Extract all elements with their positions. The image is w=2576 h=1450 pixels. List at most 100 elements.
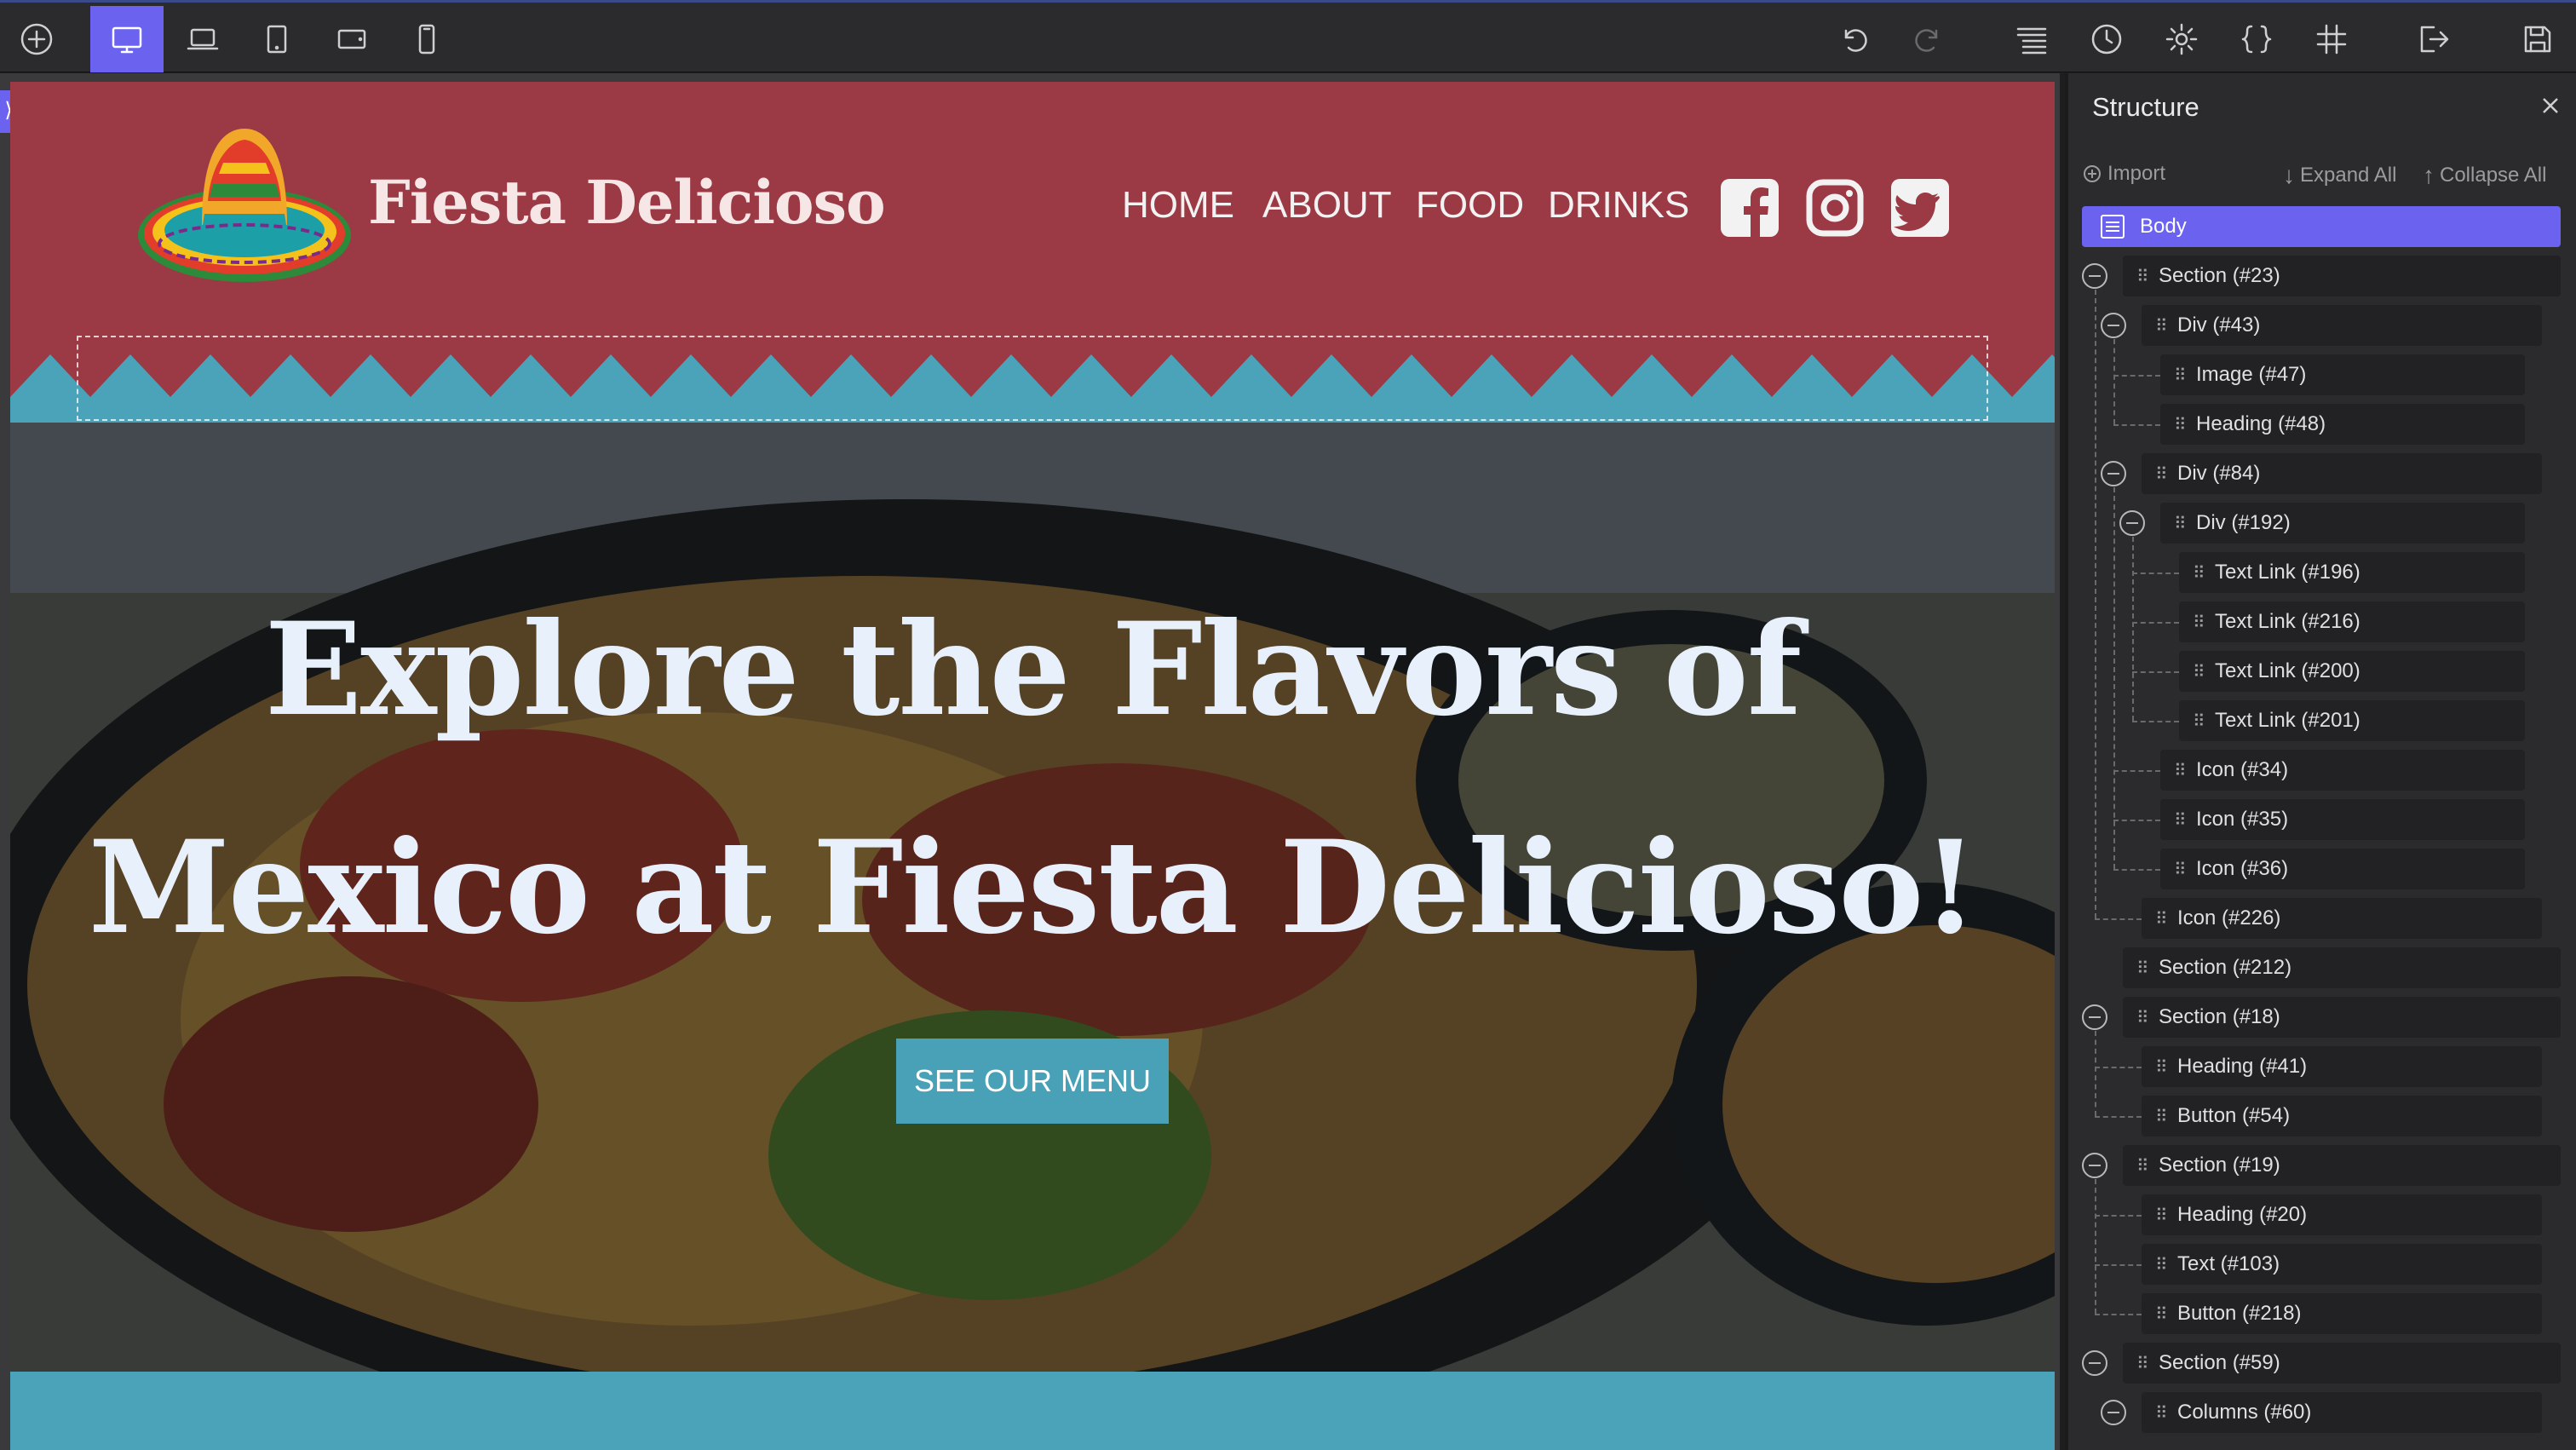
structure-item[interactable]: ⠿ Text (#103) <box>2142 1244 2542 1285</box>
collapse-toggle-icon[interactable] <box>2101 313 2126 338</box>
structure-item[interactable]: ⠿ Icon (#36) <box>2160 849 2525 889</box>
add-element-button[interactable] <box>0 6 73 72</box>
drag-handle-icon[interactable]: ⠿ <box>2193 612 2215 633</box>
import-button[interactable]: Import <box>2082 162 2165 186</box>
structure-item[interactable]: ⠿ Columns (#60) <box>2142 1392 2542 1433</box>
collapse-toggle-icon[interactable] <box>2082 263 2107 289</box>
structure-item[interactable]: ⠿ Text Link (#196) <box>2179 552 2525 593</box>
mobile-view-button[interactable] <box>390 6 463 72</box>
drag-handle-icon[interactable]: ⠿ <box>2174 414 2196 435</box>
collapse-toggle-icon[interactable] <box>2082 1004 2107 1030</box>
hero-heading-line-1[interactable]: Explore the Flavors of <box>10 593 2055 746</box>
structure-item[interactable]: ⠿ Text Link (#201) <box>2179 700 2525 741</box>
structure-item-label: Section (#23) <box>2159 264 2280 287</box>
tablet-landscape-view-button[interactable] <box>315 6 388 72</box>
drag-handle-icon[interactable]: ⠿ <box>2155 1205 2177 1226</box>
drag-handle-icon[interactable]: ⠿ <box>2193 562 2215 584</box>
structure-item-label: Text Link (#201) <box>2215 709 2360 732</box>
structure-item-label: Section (#18) <box>2159 1005 2280 1028</box>
see-menu-button[interactable]: SEE OUR MENU <box>896 1039 1169 1124</box>
tablet-portrait-view-button[interactable] <box>240 6 313 72</box>
structure-item[interactable]: ⠿ Icon (#34) <box>2160 750 2525 791</box>
expand-all-button[interactable]: ↓ Expand All <box>2283 162 2396 189</box>
structure-item[interactable]: ⠿ Heading (#41) <box>2142 1046 2542 1087</box>
redo-button[interactable] <box>1893 6 1966 72</box>
exit-button[interactable] <box>2397 6 2470 72</box>
drag-handle-icon[interactable]: ⠿ <box>2155 463 2177 485</box>
history-icon <box>2091 24 2122 55</box>
drag-handle-icon[interactable]: ⠿ <box>2193 711 2215 732</box>
structure-item[interactable]: ⠿ Text Link (#216) <box>2179 601 2525 642</box>
structure-item[interactable]: ⠿ Button (#54) <box>2142 1096 2542 1136</box>
structure-item[interactable]: ⠿ Section (#18) <box>2123 997 2561 1038</box>
tree-guide-line <box>2113 424 2160 426</box>
drag-handle-icon[interactable]: ⠿ <box>2136 1353 2159 1374</box>
structure-item-label: Text Link (#200) <box>2215 659 2360 682</box>
collapse-toggle-icon[interactable] <box>2119 510 2145 536</box>
collapse-toggle-icon[interactable] <box>2082 1153 2107 1178</box>
nav-link-food[interactable]: FOOD <box>1416 184 1524 227</box>
save-button[interactable] <box>2501 6 2574 72</box>
undo-button[interactable] <box>1816 6 1889 72</box>
drag-handle-icon[interactable]: ⠿ <box>2136 1155 2159 1177</box>
structure-item[interactable]: ⠿ Section (#59) <box>2123 1343 2561 1384</box>
drag-handle-icon[interactable]: ⠿ <box>2174 365 2196 386</box>
site-header[interactable]: Fiesta Delicioso HOME ABOUT FOOD DRINKS <box>10 82 2055 423</box>
structure-item[interactable]: ⠿ Section (#23) <box>2123 256 2561 296</box>
drag-handle-icon[interactable]: ⠿ <box>2155 908 2177 929</box>
brand-heading[interactable]: Fiesta Delicioso <box>368 167 886 238</box>
nav-link-about[interactable]: ABOUT <box>1262 184 1392 227</box>
collapse-all-button[interactable]: ↑ Collapse All <box>2423 162 2546 189</box>
structure-item[interactable]: ⠿ Button (#218) <box>2142 1293 2542 1334</box>
structure-item[interactable]: ⠿ Text Link (#200) <box>2179 651 2525 692</box>
structure-item[interactable]: ⠿ Section (#19) <box>2123 1145 2561 1186</box>
drag-handle-icon[interactable]: ⠿ <box>2136 958 2159 979</box>
desktop-view-button[interactable] <box>90 6 164 72</box>
grid-button[interactable] <box>2295 6 2368 72</box>
structure-panel-button[interactable] <box>1995 6 2068 72</box>
structure-item[interactable]: ⠿ Icon (#226) <box>2142 898 2542 939</box>
hero-section[interactable]: Explore the Flavors of Mexico at Fiesta … <box>10 423 2055 1372</box>
instagram-link[interactable] <box>1804 177 1866 239</box>
close-panel-button[interactable] <box>2535 90 2566 121</box>
tree-guide-line <box>2113 869 2160 871</box>
structure-item[interactable]: ⠿ Div (#84) <box>2142 453 2542 494</box>
collapse-toggle-icon[interactable] <box>2082 1350 2107 1376</box>
structure-item[interactable]: ⠿ Heading (#48) <box>2160 404 2525 445</box>
drag-handle-icon[interactable]: ⠿ <box>2174 809 2196 831</box>
drag-handle-icon[interactable]: ⠿ <box>2155 1106 2177 1127</box>
collapse-toggle-icon[interactable] <box>2101 1400 2126 1425</box>
structure-item[interactable]: ⠿ Div (#43) <box>2142 305 2542 346</box>
drag-handle-icon[interactable]: ⠿ <box>2155 1402 2177 1424</box>
drag-handle-icon[interactable]: ⠿ <box>2136 1007 2159 1028</box>
drag-handle-icon[interactable]: ⠿ <box>2155 1254 2177 1275</box>
structure-item[interactable]: ⠿ Section (#212) <box>2123 947 2561 988</box>
drag-handle-icon[interactable]: ⠿ <box>2155 1303 2177 1325</box>
nav-link-drinks[interactable]: DRINKS <box>1548 184 1689 227</box>
hero-heading-line-2[interactable]: Mexico at Fiesta Delicioso! <box>10 811 2055 964</box>
drag-handle-icon[interactable]: ⠿ <box>2136 266 2159 287</box>
drag-handle-icon[interactable]: ⠿ <box>2155 1056 2177 1078</box>
drag-handle-icon[interactable]: ⠿ <box>2174 859 2196 880</box>
structure-item[interactable]: ⠿ Icon (#35) <box>2160 799 2525 840</box>
nav-link-home[interactable]: HOME <box>1122 184 1234 227</box>
settings-button[interactable] <box>2145 6 2218 72</box>
drag-handle-icon[interactable]: ⠿ <box>2155 315 2177 337</box>
drag-handle-icon[interactable]: ⠿ <box>2193 661 2215 682</box>
drag-handle-icon[interactable]: ⠿ <box>2174 760 2196 781</box>
twitter-link[interactable] <box>1889 177 1951 239</box>
grid-icon <box>2316 24 2347 55</box>
laptop-view-button[interactable] <box>166 6 239 72</box>
facebook-link[interactable] <box>1719 177 1780 239</box>
mobile-icon <box>418 24 435 55</box>
structure-item[interactable]: ⠿ Heading (#20) <box>2142 1194 2542 1235</box>
structure-item[interactable]: ⠿ Image (#47) <box>2160 354 2525 395</box>
structure-item[interactable]: ⠿ Div (#192) <box>2160 503 2525 544</box>
structure-item[interactable]: Body <box>2082 206 2561 247</box>
collapse-toggle-icon[interactable] <box>2101 461 2126 486</box>
history-button[interactable] <box>2070 6 2143 72</box>
code-button[interactable] <box>2220 6 2293 72</box>
sombrero-logo-image[interactable] <box>129 116 359 303</box>
tree-guide-line <box>2095 1031 2096 1116</box>
drag-handle-icon[interactable]: ⠿ <box>2174 513 2196 534</box>
